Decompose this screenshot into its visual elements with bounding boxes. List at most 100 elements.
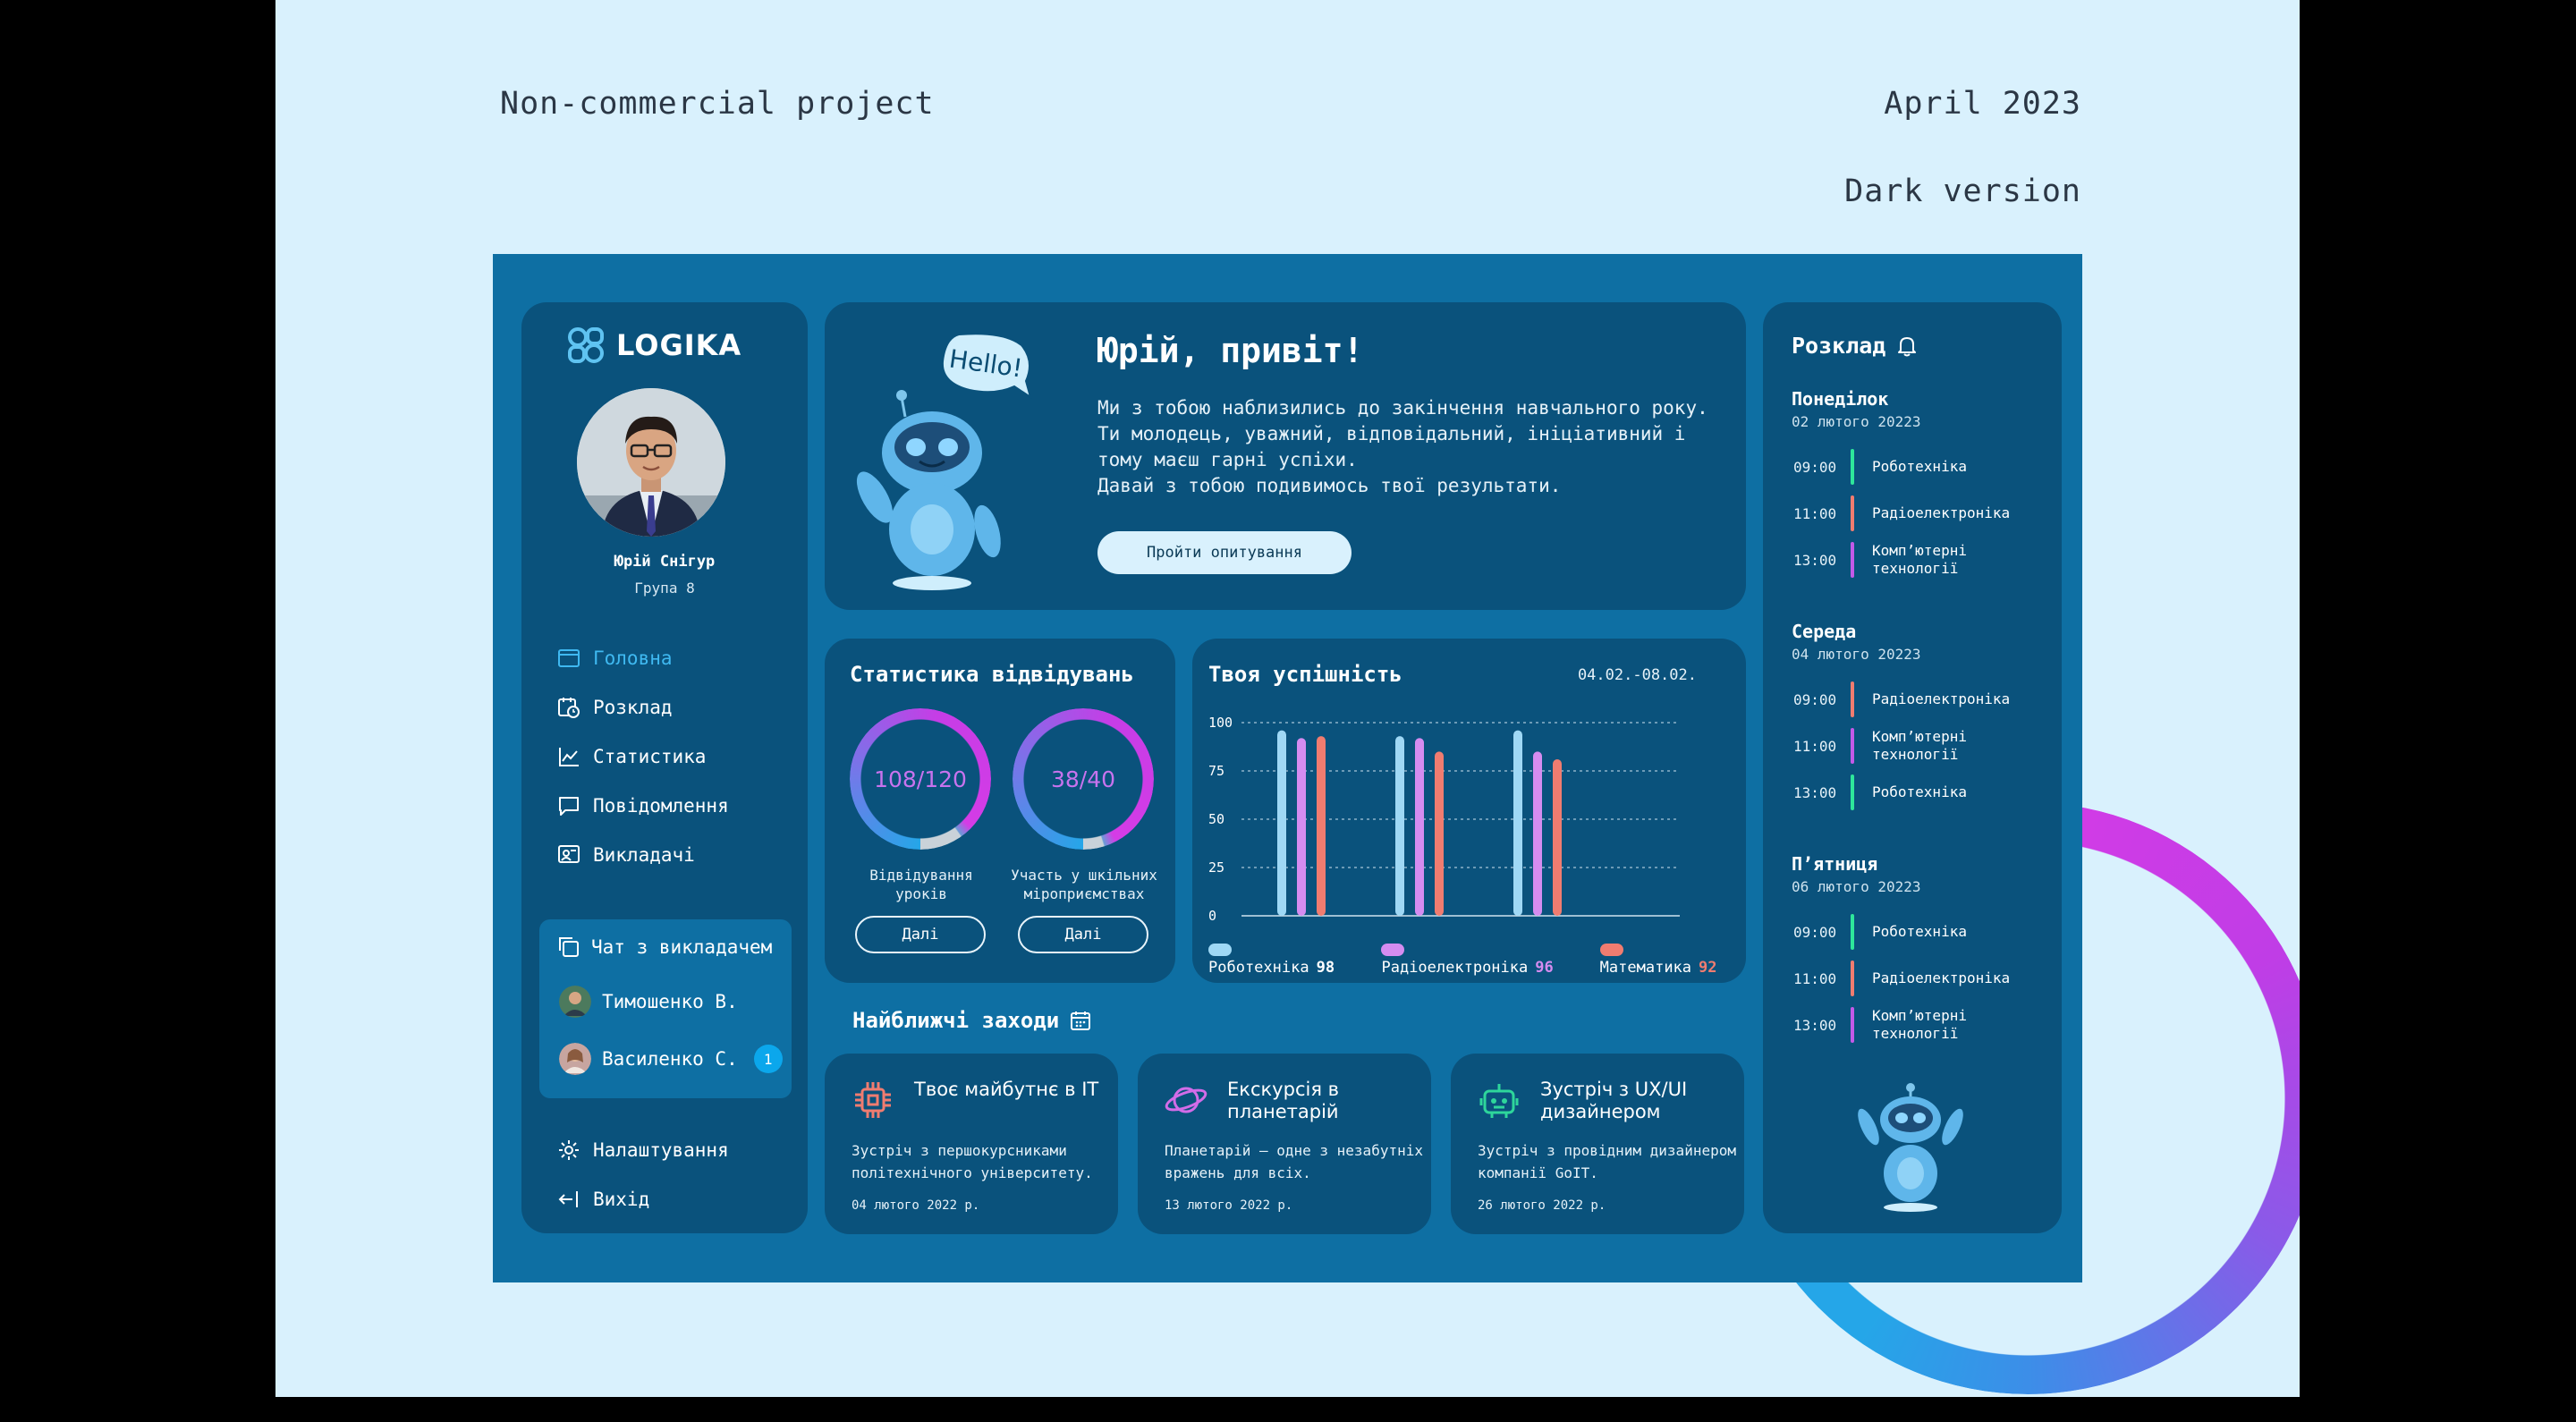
calendar-icon xyxy=(1071,1011,1091,1030)
nav-item-settings[interactable]: Налаштування xyxy=(557,1138,729,1162)
lesson-name: Радіоелектроніка xyxy=(1872,504,2011,521)
schedule-lesson[interactable]: 11:00 Радіоелектроніка xyxy=(1793,961,2010,996)
bell-icon[interactable] xyxy=(1896,334,1918,358)
lesson-name: Комп’ютерні технології xyxy=(1872,542,1967,577)
events-ring: 38/40 xyxy=(1013,708,1154,850)
unread-badge: 1 xyxy=(753,1045,783,1073)
lesson-color-bar xyxy=(1851,728,1854,764)
chat-contact-timoshenko[interactable]: Тимошенко В. xyxy=(559,986,738,1018)
y-tick-label: 100 xyxy=(1208,715,1233,731)
contact-avatar xyxy=(559,1043,591,1075)
schedule-lesson[interactable]: 09:00 Радіоелектроніка xyxy=(1793,681,2010,717)
schedule-lesson[interactable]: 09:00 Роботехніка xyxy=(1793,914,1967,950)
legend-label: Роботехніка xyxy=(1208,959,1309,977)
chat-header[interactable]: Чат з викладачем xyxy=(557,935,772,959)
bar-1-2[interactable] xyxy=(1533,751,1542,916)
event-card-uxui[interactable]: Зустріч з UX/UI дизайнером Зустріч з про… xyxy=(1451,1054,1744,1234)
user-group: Група 8 xyxy=(634,580,695,597)
event-title: Твоє майбутнє в IT xyxy=(914,1079,1099,1100)
nav-item-teachers[interactable]: Викладачі xyxy=(557,843,695,867)
lesson-color-bar xyxy=(1851,681,1854,717)
y-tick-label: 0 xyxy=(1208,908,1216,924)
bar-1-1[interactable] xyxy=(1415,738,1424,916)
event-date: 04 лютого 2022 р. xyxy=(852,1198,980,1213)
lesson-name: Радіоелектроніка xyxy=(1872,969,2011,986)
contact-name: Василенко С. xyxy=(602,1048,738,1070)
bar-2-1[interactable] xyxy=(1435,751,1444,916)
y-tick-label: 50 xyxy=(1208,811,1224,827)
nav-item-messages[interactable]: Повідомлення xyxy=(557,794,729,817)
project-note: Non-commercial project xyxy=(500,86,935,122)
contact-avatar xyxy=(559,986,591,1018)
event-card-planetarium[interactable]: Екскурсія в планетарій Планетарій – одне… xyxy=(1138,1054,1431,1234)
schedule-lesson[interactable]: 13:00 Комп’ютерні технології xyxy=(1793,1007,1967,1043)
event-title: Зустріч з UX/UI дизайнером xyxy=(1540,1079,1688,1122)
nav-label: Налаштування xyxy=(593,1139,729,1161)
version-note: Dark version xyxy=(1844,174,2081,209)
window-icon xyxy=(558,649,580,667)
attendance-ring: 108/120 xyxy=(850,708,991,850)
lesson-time: 13:00 xyxy=(1793,551,1837,569)
lesson-time: 11:00 xyxy=(1793,969,1837,987)
contact-name: Тимошенко В. xyxy=(602,991,738,1012)
lesson-color-bar xyxy=(1851,1007,1854,1043)
bar-1-0[interactable] xyxy=(1297,738,1306,916)
schedule-lesson[interactable]: 13:00 Комп’ютерні технології xyxy=(1793,542,1967,578)
welcome-card: Hello! Юрій, привіт! Ми з тобою наблизил… xyxy=(825,302,1746,610)
schedule-lesson[interactable]: 13:00 Роботехніка xyxy=(1793,774,1967,810)
legend-label: Радіоелектроніка xyxy=(1381,959,1529,977)
schedule-day-date: 02 лютого 20223 xyxy=(1792,413,1921,430)
performance-date-range[interactable]: 04.02.-08.02. xyxy=(1578,666,1697,684)
chat-contact-vasylenko[interactable]: Василенко С. 1 xyxy=(559,1043,783,1075)
event-card-it[interactable]: Твоє майбутнє в IT Зустріч з першокурсни… xyxy=(825,1054,1118,1234)
schedule-lesson[interactable]: 11:00 Комп’ютерні технології xyxy=(1793,728,1967,764)
bar-2-2[interactable] xyxy=(1553,759,1562,916)
event-description: Зустріч з провідним дизайнером компанії … xyxy=(1478,1142,1736,1181)
legend-total: 92 xyxy=(1699,959,1717,977)
lesson-time: 11:00 xyxy=(1793,737,1837,755)
nav-item-statistics[interactable]: Статистика xyxy=(557,745,706,768)
calendar-clock-icon xyxy=(558,698,580,718)
nav-item-logout[interactable]: Вихід xyxy=(557,1188,649,1211)
date-note: April 2023 xyxy=(1884,86,2081,122)
lesson-name: Роботехніка xyxy=(1872,783,1967,800)
events-value: 38/40 xyxy=(1050,766,1116,792)
robot-illustration: Hello! xyxy=(856,333,1032,590)
schedule-lesson[interactable]: 11:00 Радіоелектроніка xyxy=(1793,495,2010,531)
event-date: 13 лютого 2022 р. xyxy=(1165,1198,1293,1213)
gear-icon xyxy=(559,1140,579,1160)
sidebar: LOGIKA Юрій Снігур Група 8 Головна Розкл… xyxy=(521,302,808,1233)
bar-0-1[interactable] xyxy=(1395,736,1404,916)
chart-line-icon xyxy=(559,748,579,766)
logout-icon xyxy=(558,1191,578,1207)
schedule-lesson[interactable]: 09:00 Роботехніка xyxy=(1793,449,1967,485)
lesson-color-bar xyxy=(1851,961,1854,996)
events-label: Участь у шкільних міроприємствах xyxy=(1011,867,1157,902)
events-more-button[interactable]: Далі xyxy=(1018,916,1148,953)
nav-item-schedule[interactable]: Розклад xyxy=(557,696,673,719)
survey-button[interactable]: Пройти опитування xyxy=(1097,531,1352,574)
bar-2-0[interactable] xyxy=(1317,736,1326,916)
events-title-text: Найближчі заходи xyxy=(852,1008,1060,1033)
user-avatar[interactable] xyxy=(577,388,725,537)
schedule-panel: Розклад Понеділок 02 лютого 20223 09:00 Роб… xyxy=(1763,302,2062,1233)
performance-card: 100 75 50 25 0 Твоя успішність 04.02.-08.02.… xyxy=(1192,639,1746,983)
lesson-time: 09:00 xyxy=(1793,690,1837,708)
greeting-text: Ми з тобою наблизились до закінчення нав… xyxy=(1097,397,1708,496)
bar-0-2[interactable] xyxy=(1513,730,1522,916)
nav-label: Розклад xyxy=(593,697,673,718)
legend-item-robotics: Роботехніка 98 xyxy=(1208,941,1363,977)
avatar-photo xyxy=(577,388,725,537)
nav-item-home[interactable]: Головна xyxy=(557,647,673,670)
schedule-day-title: Середа xyxy=(1792,621,1857,642)
event-description: Планетарій – одне з незабутніх вражень д… xyxy=(1165,1142,1423,1181)
lesson-name: Роботехніка xyxy=(1872,458,1967,475)
lesson-name: Роботехніка xyxy=(1872,923,1967,940)
attendance-more-button[interactable]: Далі xyxy=(855,916,986,953)
bar-0-0[interactable] xyxy=(1277,730,1286,916)
lesson-color-bar xyxy=(1851,449,1854,485)
schedule-title-text: Розклад xyxy=(1792,333,1886,359)
logo[interactable]: LOGIKA xyxy=(566,326,741,365)
lesson-time: 11:00 xyxy=(1793,504,1837,522)
legend-total: 96 xyxy=(1535,959,1554,977)
